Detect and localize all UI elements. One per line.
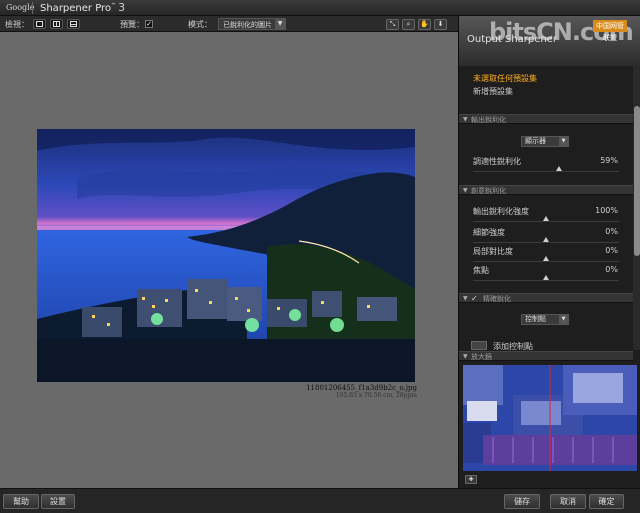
chevron-down-icon: ▼ [559,137,568,146]
app-title: Sharpener Pro™ 3 [40,1,125,14]
scrollbar-thumb[interactable] [634,106,640,256]
collapse-triangle-icon: ▼ [463,295,468,302]
mode-select[interactable]: 已銳利化的圖片 ▼ [218,18,286,30]
toolbar: 檢視： 預覽： ✓ 模式： 已銳利化的圖片 ▼ ⤡ ⌕ ✋ ⬇ [0,16,458,32]
expand-icon[interactable]: ⤡ [386,19,399,30]
creative-sharpening-section[interactable]: ▼ 創意銳利化 [459,185,633,195]
save-button[interactable]: 儲存 [504,494,540,509]
section-title: 精確銳化 [483,295,511,303]
slider-label: 輸出銳利化強度 [473,207,529,216]
focus-knob[interactable] [543,275,549,280]
chevron-down-icon: ▼ [559,315,568,324]
slider-value: 100% [595,206,618,215]
preview-image[interactable] [37,129,415,382]
adaptive-sharpening-slider[interactable] [473,171,619,172]
add-control-point-icon[interactable] [471,341,487,350]
panel-header: bitsCN.com 中国网管联盟 Output Sharpener [459,16,640,66]
chevron-down-icon: ▼ [275,19,285,29]
image-caption: 11801206455_f1a3d9b2c_o.jpg 105.83 x 70.… [220,384,417,399]
trademark: ™ [111,2,117,9]
single-view-icon [36,21,43,27]
control-points-value: 控制點 [525,315,546,323]
hand-icon[interactable]: ✋ [418,19,431,30]
view-label: 檢視： [5,20,29,29]
side-by-side-button[interactable] [67,19,80,29]
detail-strength-slider[interactable] [473,242,619,243]
new-preset-link[interactable]: 新增預設集 [473,86,513,97]
preview-canvas[interactable]: 11801206455_f1a3d9b2c_o.jpg 105.83 x 70.… [0,32,458,488]
title-divider [32,2,33,14]
landscape-photo [37,129,415,382]
mode-select-value: 已銳利化的圖片 [223,21,272,29]
collapse-triangle-icon: ▼ [463,187,468,194]
section-title: 放大鏡 [471,353,492,361]
split-view-icon [53,21,60,27]
slider-label: 焦點 [473,266,489,275]
adaptive-sharpening-value: 59% [600,156,618,165]
settings-button[interactable]: 設置 [41,494,75,509]
checkmark-icon[interactable]: ✓ [471,294,478,303]
output-sharpening-section[interactable]: ▼ 輸出銳利化 [459,114,633,124]
adaptive-sharpening-knob[interactable] [556,166,563,171]
slider-value: 0% [605,265,618,274]
help-button[interactable]: 幫助 [3,494,39,509]
focus-slider[interactable] [473,280,619,281]
output-device-value: 顯示器 [525,137,546,145]
control-points-select[interactable]: 控制點 ▼ [521,314,569,325]
loupe-section[interactable]: ▼ 放大鏡 [459,351,633,361]
loupe-preview[interactable] [463,365,637,471]
image-dimensions: 105.83 x 70.56 cm, 28ppm [335,392,417,399]
preview-checkbox[interactable]: ✓ [145,20,153,28]
image-filename: 11801206455_f1a3d9b2c_o.jpg [306,384,417,392]
single-view-button[interactable] [33,19,46,29]
google-logo: Google [6,3,35,12]
preset-warning: 未選取任何預設集 [473,74,537,83]
zoom-icon[interactable]: ⌕ [402,19,415,30]
output-device-select[interactable]: 顯示器 ▼ [521,136,569,147]
collapse-triangle-icon: ▼ [463,116,468,123]
title-bar: Google Sharpener Pro™ 3 [0,0,640,16]
section-title: 創意銳利化 [471,187,506,195]
mode-label: 模式： [188,20,212,29]
ok-button[interactable]: 確定 [589,494,624,509]
slider-value: 0% [605,227,618,236]
bottom-bar: 幫助 設置 儲存 取消 確定 [0,488,640,513]
local-contrast-knob[interactable] [543,256,549,261]
app-name: Sharpener Pro [40,3,112,14]
slider-label: 細節強度 [473,228,505,237]
output-strength-slider[interactable] [473,221,619,222]
pin-icon[interactable]: ⬇ [434,19,447,30]
output-strength-knob[interactable] [543,216,549,221]
app-version: 3 [118,1,126,14]
loupe-pin-icon[interactable]: ✚ [465,475,477,484]
right-panel: bitsCN.com 中国网管联盟 Output Sharpener 未選取任何… [458,16,640,488]
selective-sharpening-section[interactable]: ▼ ✓ 精確銳化 [459,293,633,303]
detail-strength-knob[interactable] [543,237,549,242]
side-by-side-icon [70,21,77,27]
panel-scrollbar[interactable] [633,66,640,350]
slider-value: 0% [605,246,618,255]
preview-label: 預覽： [120,20,144,29]
panel-title: Output Sharpener [467,34,557,45]
section-title: 輸出銳利化 [471,116,506,124]
slider-label: 局部對比度 [473,247,513,256]
local-contrast-slider[interactable] [473,261,619,262]
collapse-triangle-icon: ▼ [463,353,468,360]
loupe-image [463,365,637,471]
split-view-button[interactable] [50,19,63,29]
cancel-button[interactable]: 取消 [550,494,586,509]
adaptive-sharpening-label: 調適性銳利化 [473,157,521,166]
watermark-badge: 中国网管联盟 [593,20,627,42]
